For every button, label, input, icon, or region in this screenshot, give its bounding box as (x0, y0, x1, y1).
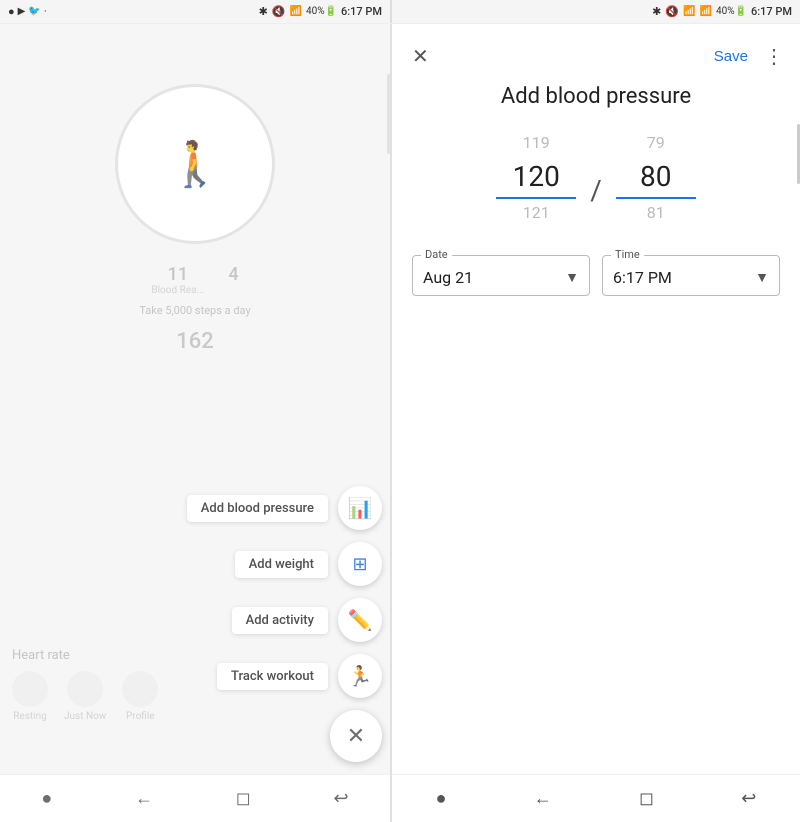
fab-close-button[interactable]: ✕ (330, 710, 382, 762)
time-right: 6:17 PM (751, 5, 792, 18)
wifi-icon-left: 📶 (290, 6, 302, 17)
mute-icon-left: 🔇 (272, 5, 286, 18)
workout-run-icon: 🏃 (348, 664, 373, 689)
time-left: 6:17 PM (341, 5, 382, 18)
fab-label-weight: Add weight (235, 551, 328, 578)
background-app-panel: 🚶 11 Blood Rea... 4 Take 5,000 steps a d… (0, 24, 390, 822)
sheet-save-button[interactable]: Save (714, 48, 748, 65)
sheet-close-button[interactable]: ✕ (408, 40, 433, 73)
date-field-label: Date (421, 248, 452, 261)
hr-item-resting: Resting (12, 671, 48, 722)
sheet-title: Add blood pressure (392, 76, 800, 129)
wifi-icon-right: 📶 (683, 6, 695, 17)
diastolic-column: 79 80 81 (606, 129, 706, 227)
hr-item-justnow: Just Now (64, 671, 106, 722)
diastolic-below: 81 (647, 199, 665, 227)
date-field[interactable]: Date Aug 21 ▼ (412, 255, 590, 296)
fab-item-weight[interactable]: Add weight ⊞ (235, 542, 382, 586)
fab-label-workout: Track workout (217, 663, 328, 690)
sheet-header: ✕ Save ⋮ (392, 24, 800, 76)
mute-icon-right: 🔇 (665, 5, 679, 18)
fab-label-activity: Add activity (232, 607, 328, 634)
date-time-row: Date Aug 21 ▼ Time 6:17 PM ▼ (392, 227, 800, 296)
date-value: Aug 21 (423, 268, 473, 287)
date-dropdown-arrow: ▼ (565, 269, 579, 286)
blood-pressure-input-area: 119 120 121 / 79 80 81 (392, 129, 800, 227)
fab-label-blood-pressure: Add blood pressure (187, 495, 328, 522)
bluetooth-icon-left: ✱ (259, 5, 268, 18)
stat-blood: 11 Blood Rea... (151, 264, 204, 296)
diastolic-above: 79 (647, 129, 665, 157)
bp-separator: / (590, 174, 602, 211)
steps-goal-text: Take 5,000 steps a day (0, 304, 390, 317)
bg-steps-number: 162 (0, 329, 390, 354)
nav-recents-right[interactable]: ↩ (729, 784, 768, 813)
nav-home-left[interactable]: ◻ (224, 784, 263, 813)
app-icon-1: ▶ (18, 6, 26, 17)
bluetooth-icon-right: ✱ (652, 5, 661, 18)
left-scroll-indicator (387, 74, 390, 154)
fab-btn-weight[interactable]: ⊞ (338, 542, 382, 586)
fab-btn-workout[interactable]: 🏃 (338, 654, 382, 698)
hr-item-profile: Profile (122, 671, 158, 722)
sheet-more-button[interactable]: ⋮ (764, 44, 784, 69)
status-bar-right: ✱ 🔇 📶 📶 40%🔋 6:17 PM (392, 0, 800, 23)
bottom-nav-right: ● ← ◻ ↩ (392, 774, 800, 822)
systolic-column: 119 120 121 (486, 129, 586, 227)
nav-back-left[interactable]: ← (123, 784, 165, 813)
nav-home-right[interactable]: ◻ (627, 784, 666, 813)
steps-circle: 🚶 (115, 84, 275, 244)
bottom-nav-left: ● ← ◻ ↩ (0, 774, 390, 822)
battery-icon-right: 40%🔋 (716, 6, 747, 17)
nav-dot-right[interactable]: ● (424, 784, 459, 813)
diastolic-value[interactable]: 80 (616, 157, 696, 199)
time-field[interactable]: Time 6:17 PM ▼ (602, 255, 780, 296)
fab-item-blood-pressure[interactable]: Add blood pressure 📊 (187, 486, 382, 530)
fab-btn-activity[interactable]: ✏️ (338, 598, 382, 642)
nav-back-right[interactable]: ← (522, 784, 564, 813)
blood-pressure-icon: 📊 (348, 496, 373, 521)
notification-dot: ● (8, 5, 15, 18)
dot-icon: · (44, 5, 47, 18)
weight-icon: ⊞ (352, 554, 367, 575)
nav-recents-left[interactable]: ↩ (322, 784, 361, 813)
systolic-value[interactable]: 120 (496, 157, 576, 199)
more-vert-icon: ⋮ (764, 46, 784, 68)
time-dropdown-arrow: ▼ (755, 269, 769, 286)
fab-item-activity[interactable]: Add activity ✏️ (232, 598, 382, 642)
steps-person-icon: 🚶 (168, 138, 223, 190)
time-field-label: Time (611, 248, 644, 261)
systolic-above: 119 (523, 129, 550, 157)
time-value: 6:17 PM (613, 268, 672, 287)
stat-count: 4 (228, 264, 238, 296)
battery-icon-left: 40%🔋 (306, 6, 337, 17)
close-x-icon: ✕ (347, 723, 365, 749)
add-blood-pressure-sheet: ✕ Save ⋮ Add blood pressure 119 120 121 … (392, 24, 800, 822)
nav-dot-left[interactable]: ● (29, 784, 64, 813)
fab-btn-blood-pressure[interactable]: 📊 (338, 486, 382, 530)
fab-item-workout[interactable]: Track workout 🏃 (217, 654, 382, 698)
close-icon: ✕ (412, 46, 429, 68)
fab-menu: Add blood pressure 📊 Add weight ⊞ Add ac… (187, 486, 382, 762)
status-bar-left: ● ▶ 🐦 · ✱ 🔇 📶 40%🔋 6:17 PM (0, 0, 390, 23)
signal-icon-right: 📶 (700, 6, 712, 17)
twitter-icon: 🐦 (28, 6, 40, 17)
activity-pencil-icon: ✏️ (348, 608, 373, 633)
systolic-below: 121 (523, 199, 550, 227)
